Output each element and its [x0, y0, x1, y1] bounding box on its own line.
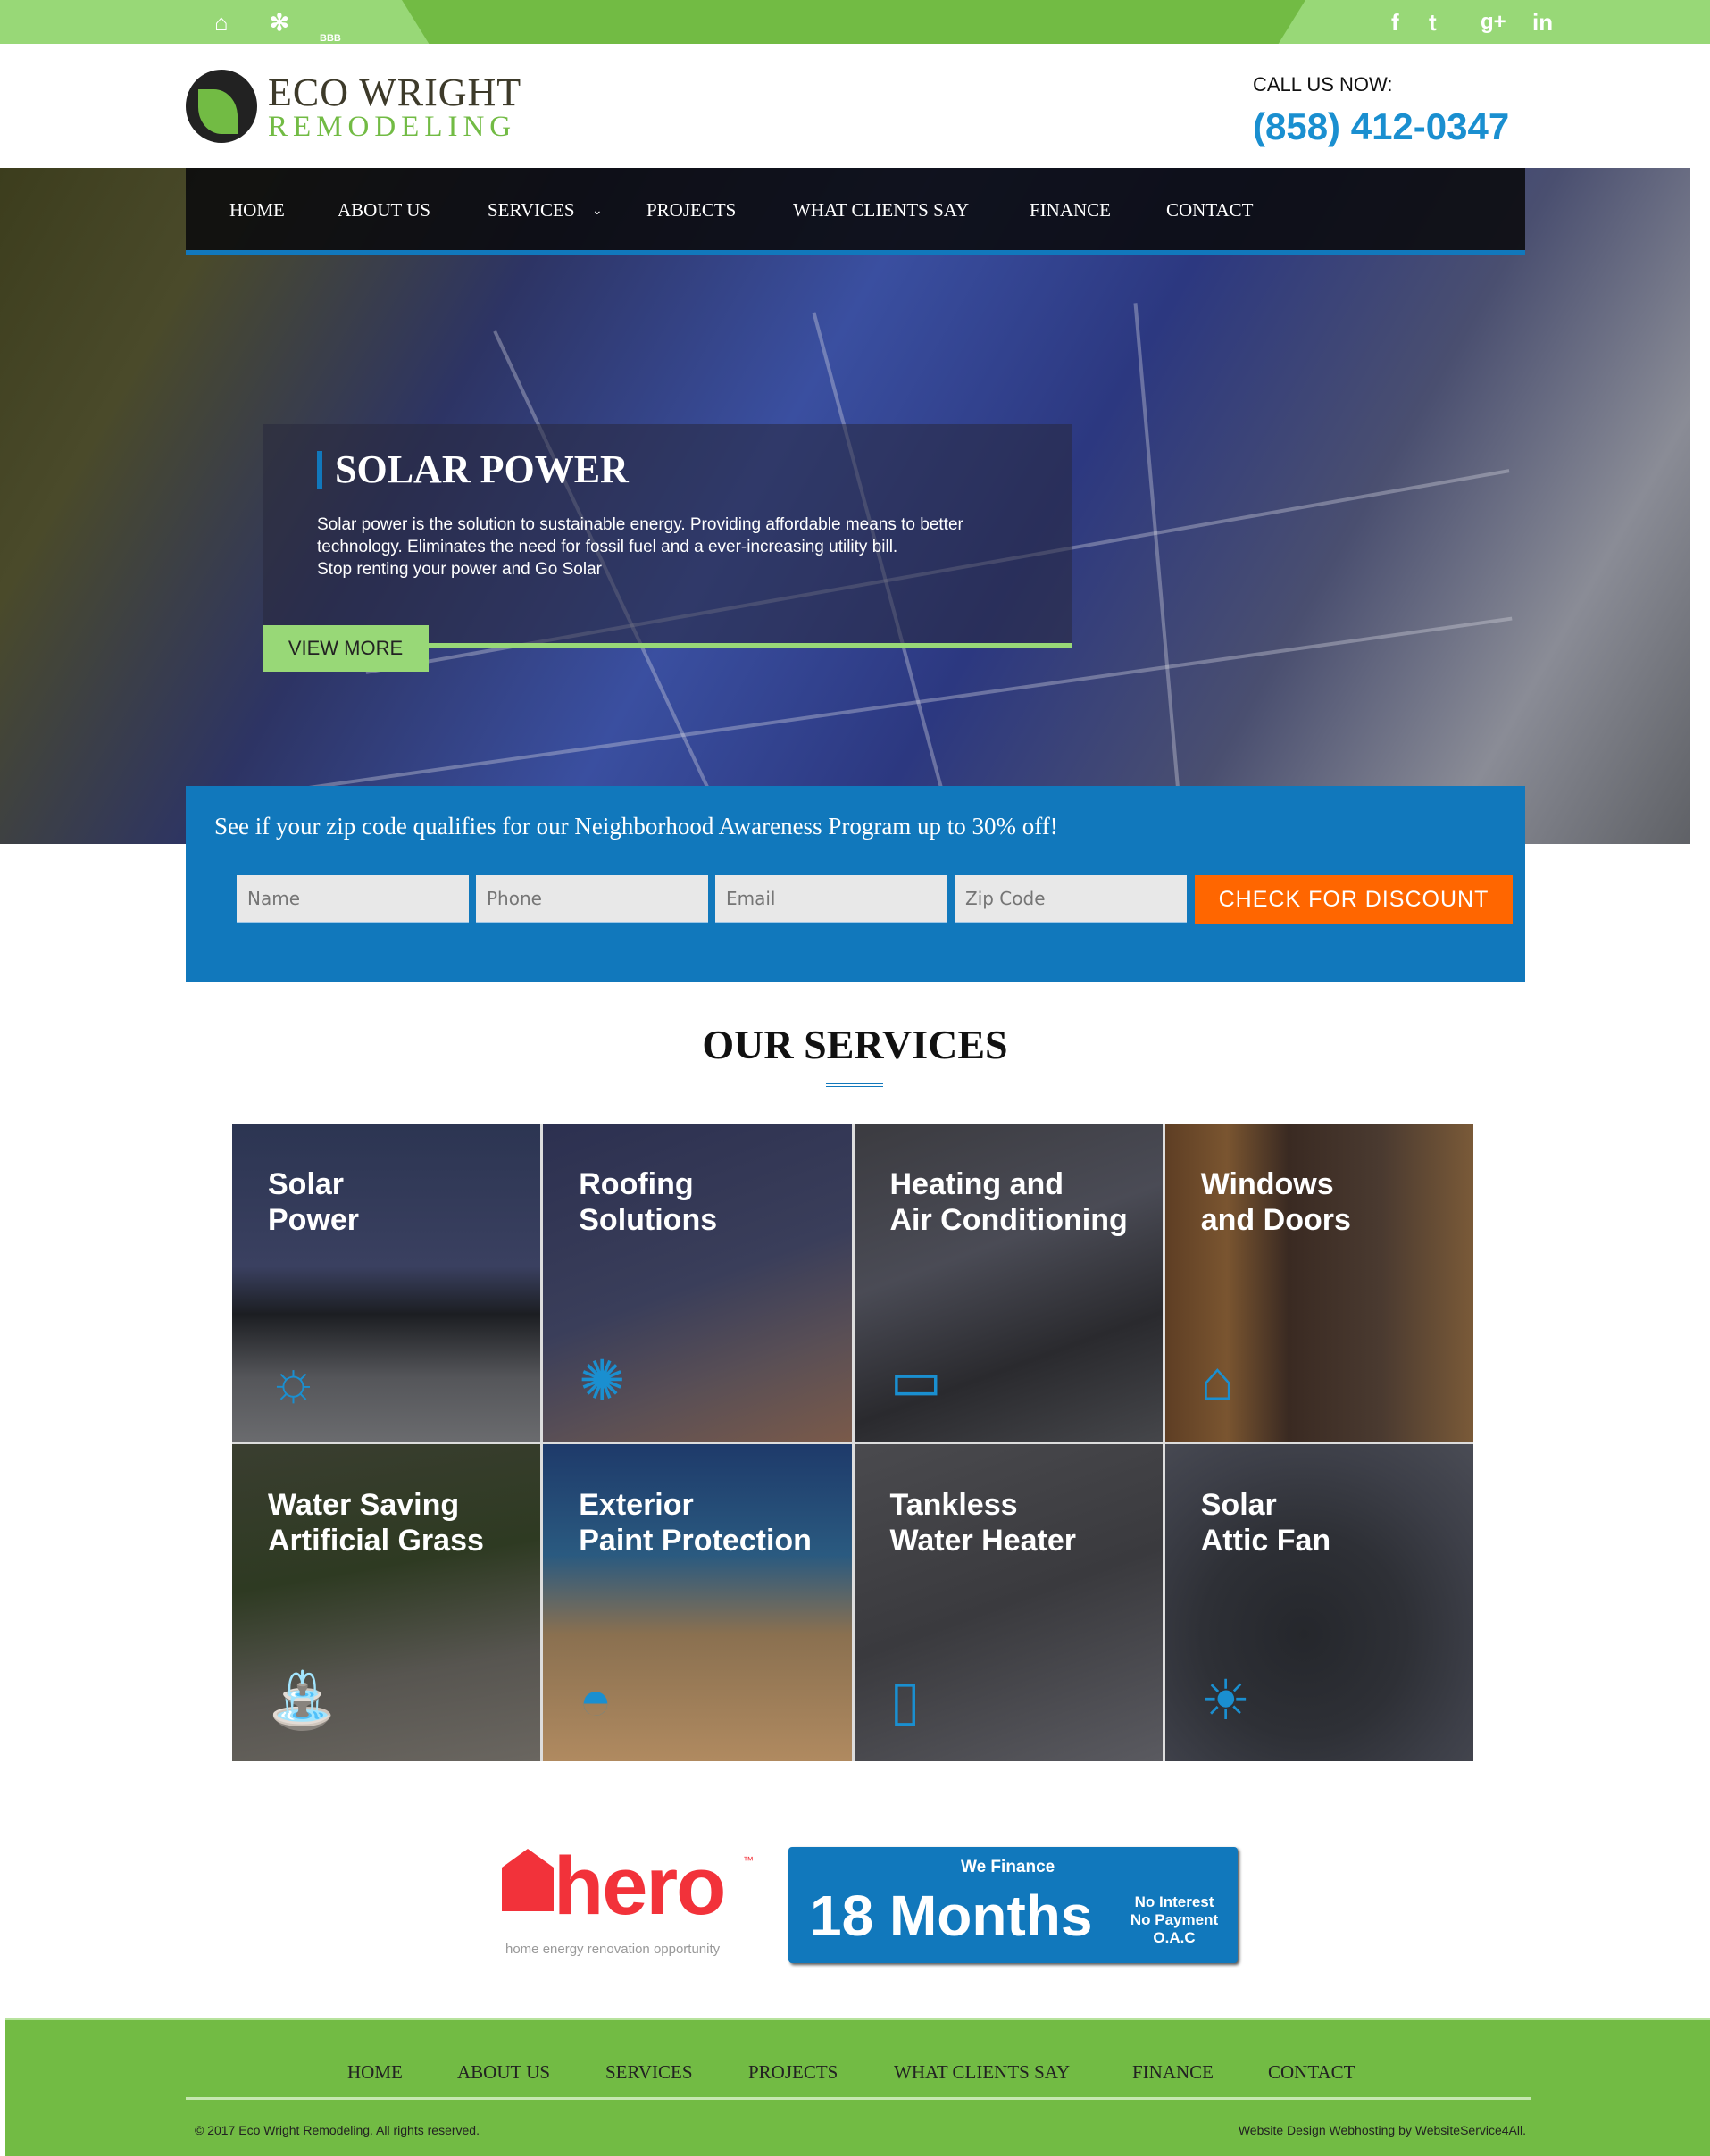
home-advisor-icon[interactable]: ⌂	[214, 9, 229, 36]
footer: HOME ABOUT US SERVICES PROJECTS WHAT CLI…	[5, 2018, 1710, 2156]
discount-form: See if your zip code qualifies for our N…	[186, 786, 1525, 982]
email-input[interactable]	[715, 875, 947, 923]
logo-name: ECO WRIGHT	[268, 71, 522, 114]
twitter-icon[interactable]: t	[1429, 9, 1437, 36]
google-plus-icon[interactable]: g+	[1481, 9, 1506, 36]
phone-input[interactable]	[476, 875, 708, 923]
finance-banner[interactable]: We Finance 18 Months No Interest No Paym…	[788, 1847, 1238, 1963]
facebook-icon[interactable]: f	[1391, 9, 1399, 36]
hero-caption: SOLAR POWER Solar power is the solution …	[263, 424, 1072, 648]
paint-icon: ◓	[579, 1670, 613, 1732]
tile-label: Heating and Air Conditioning	[889, 1167, 1128, 1237]
check-for-discount-button[interactable]: CHECK FOR DISCOUNT	[1195, 875, 1513, 924]
logo-subtitle: REMODELING	[268, 111, 517, 143]
hero-text-line: Stop renting your power and Go Solar	[317, 560, 602, 579]
hero-text: Solar power is the solution to sustainab…	[317, 514, 1031, 581]
services-title: OUR SERVICES	[702, 1022, 1008, 1067]
service-tile-solar-power[interactable]: Solar Power ☼	[232, 1124, 541, 1442]
tile-label: Roofing Solutions	[579, 1167, 718, 1237]
bbb-icon[interactable]: BBB	[320, 25, 341, 52]
trademark: ™	[743, 1854, 754, 1867]
nav-projects[interactable]: PROJECTS	[646, 199, 736, 221]
hero-program-logo[interactable]: hero ™ home energy renovation opportunit…	[500, 1841, 759, 1963]
discount-headline: See if your zip code qualifies for our N…	[214, 813, 1058, 840]
call-label: CALL US NOW:	[1253, 73, 1393, 96]
top-bar-center	[402, 0, 1305, 44]
footer-nav-home[interactable]: HOME	[347, 2061, 403, 2084]
copyright: © 2017 Eco Wright Remodeling. All rights…	[195, 2123, 480, 2137]
finance-term: O.A.C	[1153, 1929, 1196, 1946]
finance-term: No Payment	[1130, 1911, 1219, 1928]
footer-nav-about-us[interactable]: ABOUT US	[457, 2061, 550, 2084]
logo[interactable]: ECO WRIGHT REMODELING	[186, 70, 525, 146]
air-conditioner-icon: ▭	[889, 1350, 943, 1412]
yelp-icon[interactable]: ✻	[270, 9, 289, 36]
hero-house-icon	[502, 1849, 554, 1911]
service-tile-exterior-paint[interactable]: Exterior Paint Protection ◓	[543, 1443, 852, 1761]
tile-label: Exterior Paint Protection	[579, 1487, 812, 1558]
footer-divider	[186, 2097, 1531, 2100]
nav-about-us[interactable]: ABOUT US	[338, 199, 430, 221]
phone-number[interactable]: (858) 412-0347	[1253, 105, 1509, 148]
service-tile-artificial-grass[interactable]: Water Saving Artificial Grass ⛲	[232, 1443, 541, 1761]
sunrise-icon: ☀	[1200, 1670, 1251, 1732]
nav-contact[interactable]: CONTACT	[1166, 199, 1253, 221]
footer-nav-services[interactable]: SERVICES	[605, 2061, 693, 2084]
finance-terms: No Interest No Payment O.A.C	[1121, 1893, 1228, 1947]
service-tile-solar-attic-fan[interactable]: Solar Attic Fan ☀	[1164, 1443, 1473, 1761]
hero-text-line: Solar power is the solution to sustainab…	[317, 515, 963, 534]
tile-label: Windows and Doors	[1200, 1167, 1351, 1237]
finance-term: No Interest	[1134, 1893, 1214, 1910]
hero-text-line: technology. Eliminates the need for foss…	[317, 538, 898, 556]
tile-label: Solar Power	[268, 1167, 360, 1237]
title-divider	[826, 1083, 883, 1087]
roofing-icon: ✺	[579, 1350, 626, 1412]
water-heater-icon: ▯	[889, 1670, 921, 1732]
hero-title: SOLAR POWER	[317, 450, 629, 489]
service-tile-roofing[interactable]: Roofing Solutions ✺	[543, 1124, 852, 1442]
design-credit[interactable]: Website Design Webhosting by WebsiteServ…	[1239, 2123, 1526, 2137]
linkedin-icon[interactable]: in	[1532, 9, 1553, 36]
hero-tagline: home energy renovation opportunity	[505, 1942, 721, 1957]
footer-nav-what-clients-say[interactable]: WHAT CLIENTS SAY	[894, 2061, 1070, 2084]
nav-services[interactable]: SERVICES	[488, 199, 575, 221]
finance-months: 18 Months	[810, 1884, 1093, 1948]
tile-label: Solar Attic Fan	[1200, 1487, 1331, 1558]
nav-home[interactable]: HOME	[229, 199, 285, 221]
tile-label: Tankless Water Heater	[889, 1487, 1076, 1558]
chevron-down-icon[interactable]: ⌄	[592, 204, 603, 219]
logo-mark-icon	[186, 70, 257, 143]
footer-nav-contact[interactable]: CONTACT	[1268, 2061, 1355, 2084]
view-more-button[interactable]: VIEW MORE	[263, 625, 429, 672]
nav-finance[interactable]: FINANCE	[1030, 199, 1111, 221]
finance-top: We Finance	[961, 1858, 1055, 1876]
name-input[interactable]	[237, 875, 469, 923]
footer-nav-finance[interactable]: FINANCE	[1132, 2061, 1214, 2084]
sprinkler-icon: ⛲	[268, 1670, 338, 1732]
service-tile-windows-doors[interactable]: Windows and Doors ⌂	[1164, 1124, 1473, 1442]
house-icon: ⌂	[1200, 1350, 1235, 1412]
services-grid: Solar Power ☼ Roofing Solutions ✺ Heating …	[232, 1124, 1473, 1761]
tile-label: Water Saving Artificial Grass	[268, 1487, 484, 1558]
hero-wordmark: hero	[554, 1841, 726, 1932]
footer-nav-projects[interactable]: PROJECTS	[748, 2061, 838, 2084]
service-tile-heating-ac[interactable]: Heating and Air Conditioning ▭	[854, 1124, 1163, 1442]
zip-code-input[interactable]	[955, 875, 1187, 923]
service-tile-tankless-water-heater[interactable]: Tankless Water Heater ▯	[854, 1443, 1163, 1761]
nav-what-clients-say[interactable]: WHAT CLIENTS SAY	[793, 199, 969, 221]
main-nav: HOME ABOUT US SERVICES ⌄ PROJECTS WHAT C…	[186, 168, 1525, 255]
caption-underline	[429, 643, 1072, 648]
solar-sun-icon: ☼	[268, 1350, 319, 1412]
